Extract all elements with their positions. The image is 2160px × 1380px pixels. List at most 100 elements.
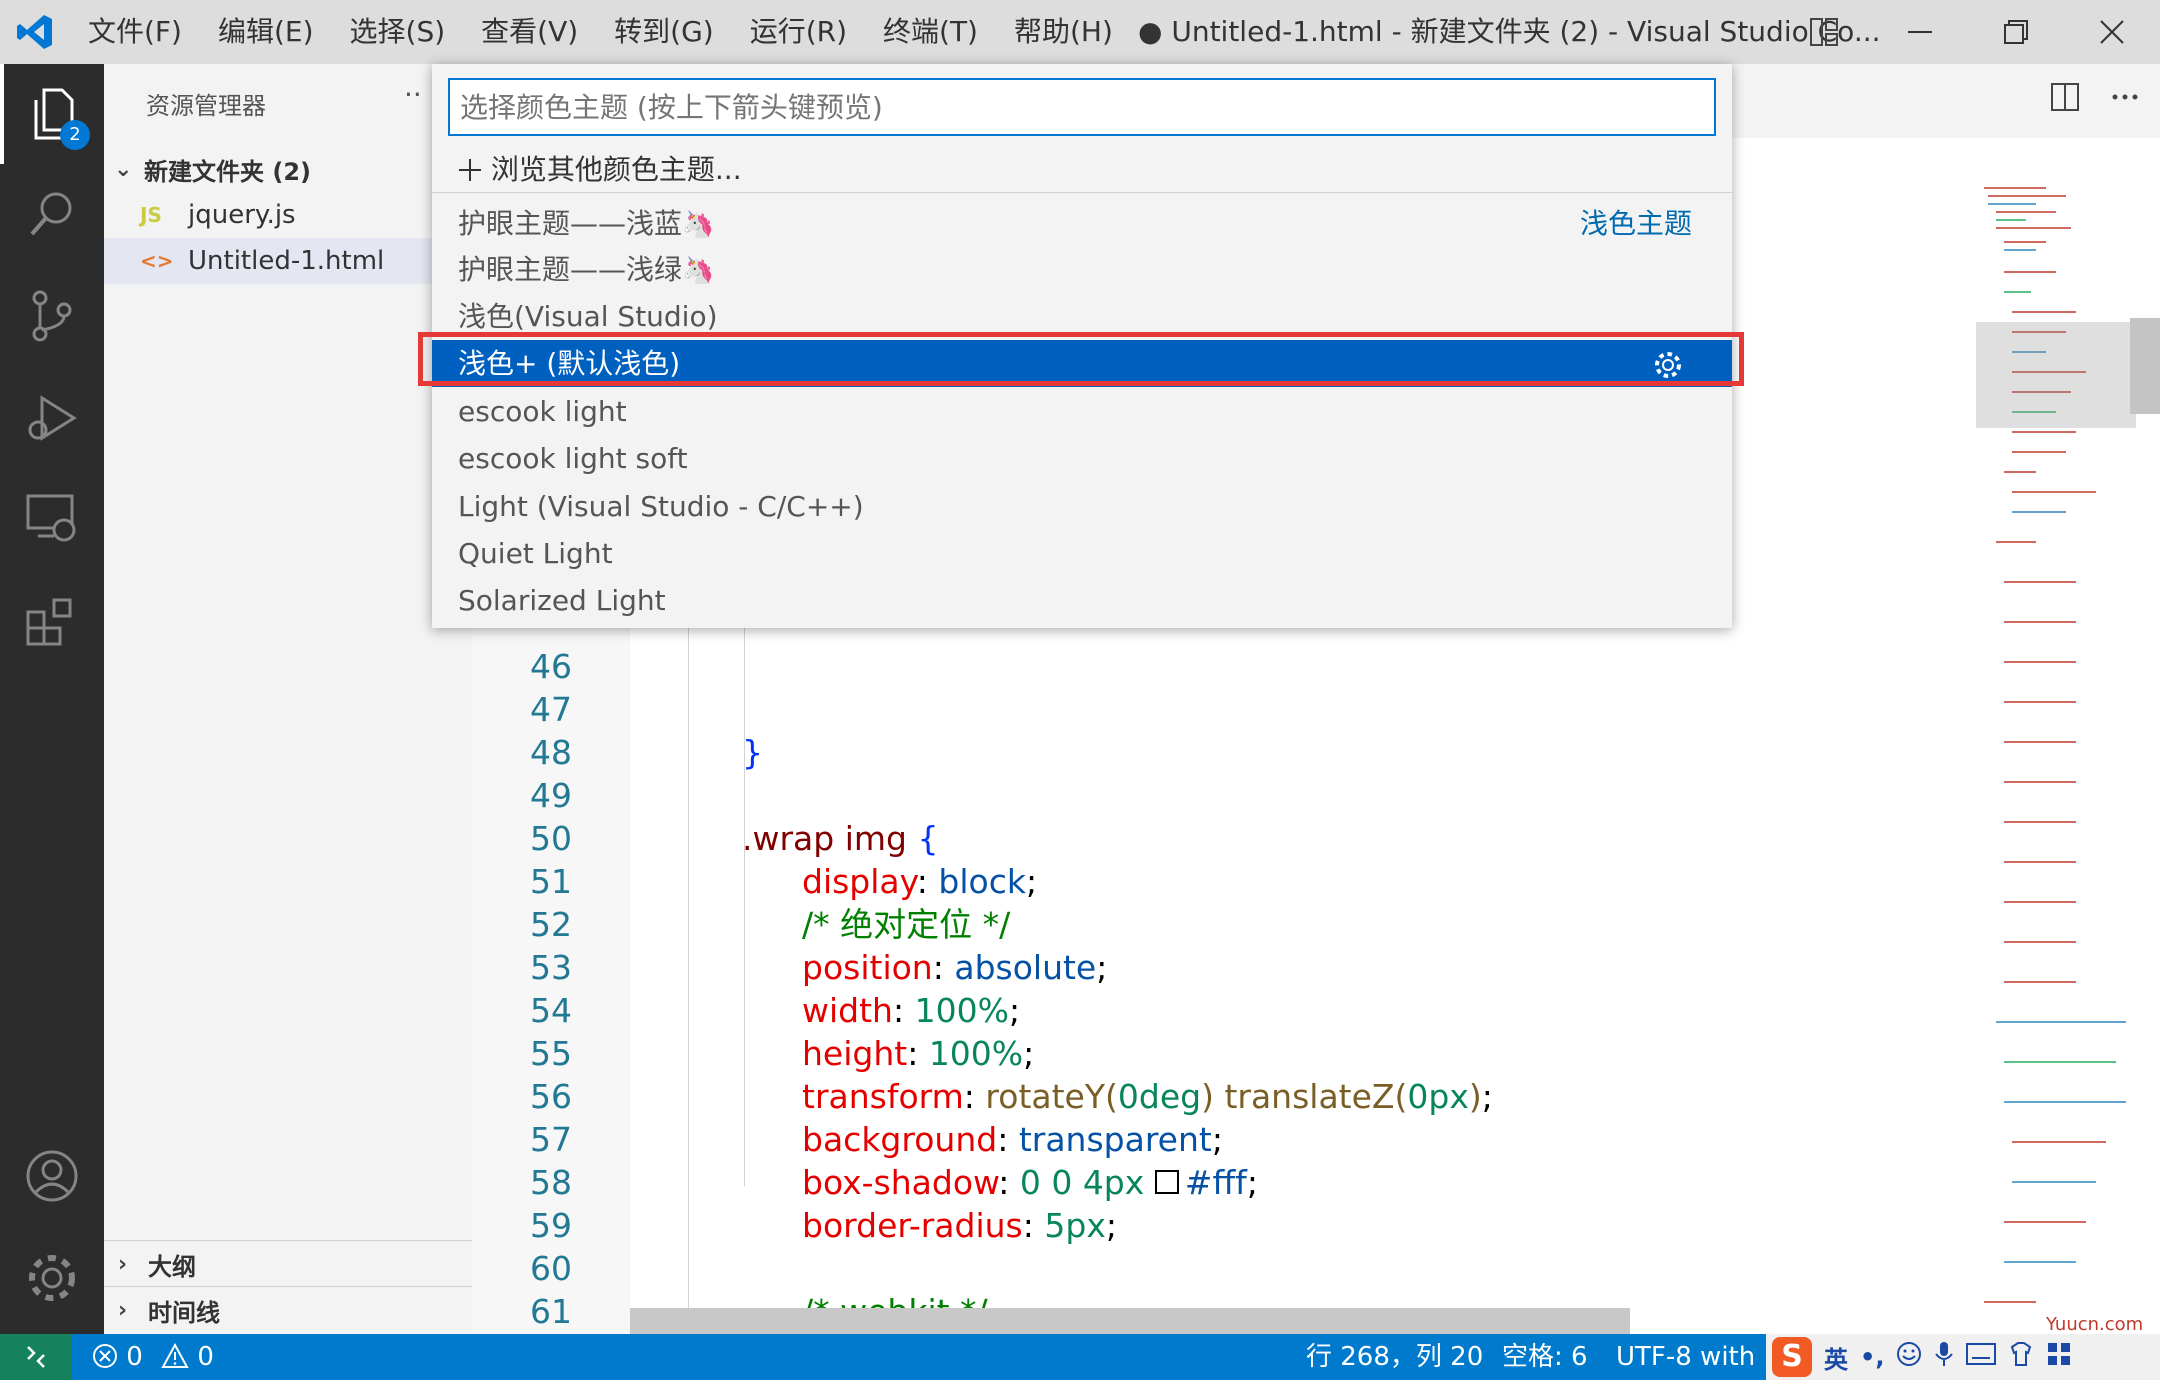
browse-label: 浏览其他颜色主题... — [490, 153, 742, 186]
explorer-badge: 2 — [60, 120, 90, 150]
code-line: 60 /* webkit */ — [472, 1204, 1972, 1331]
restore-button[interactable] — [1968, 0, 2064, 64]
account-icon[interactable] — [0, 1126, 104, 1226]
cursor-position[interactable]: 行 268，列 20 — [1306, 1334, 1483, 1380]
title-bar: 文件(F) 编辑(E) 选择(S) 查看(V) 转到(G) 运行(R) 终端(T… — [0, 0, 2160, 64]
activity-bar: 2 — [0, 64, 104, 1334]
menu-terminal[interactable]: 终端(T) — [865, 0, 996, 64]
code-line: 51 /* 绝对定位 */ — [472, 817, 1972, 944]
code-line: 58 border-radius: 5px; — [472, 1118, 1972, 1245]
menu-selection[interactable]: 选择(S) — [332, 0, 464, 64]
theme-item[interactable]: 护眼主题——浅绿🦄 — [432, 246, 1732, 293]
theme-label: 护眼主题——浅绿 — [458, 253, 683, 286]
watermark: Yuucn.com — [2046, 1314, 2144, 1335]
minimize-button[interactable] — [1872, 0, 1968, 64]
indentation[interactable]: 空格: 6 — [1502, 1334, 1588, 1380]
theme-label: Solarized Light — [458, 584, 666, 617]
theme-item[interactable]: Quiet Light — [432, 530, 1732, 577]
theme-label: 浅色(Visual Studio) — [458, 300, 718, 333]
horizontal-scrollbar[interactable] — [630, 1308, 1630, 1334]
code-line: 52 position: absolute; — [472, 860, 1972, 987]
run-debug-icon[interactable] — [0, 368, 104, 468]
skin-icon[interactable] — [2008, 1341, 2034, 1374]
unicorn-icon: 🦄 — [682, 256, 715, 286]
warning-count: 0 — [197, 1342, 214, 1372]
more-actions-icon[interactable] — [2110, 82, 2140, 116]
menu-file[interactable]: 文件(F) — [70, 0, 200, 64]
theme-item[interactable]: escook light soft — [432, 435, 1732, 482]
menu-help[interactable]: 帮助(H) — [996, 0, 1131, 64]
code-line: 57 box-shadow: 0 0 4px #fff; — [472, 1075, 1972, 1202]
code-line: 56 background: transparent; — [472, 1032, 1972, 1159]
code-line: 53 width: 100%; — [472, 903, 1972, 1030]
menu-edit[interactable]: 编辑(E) — [200, 0, 332, 64]
js-file-icon: JS — [140, 203, 162, 227]
timeline-label: 时间线 — [148, 1299, 220, 1327]
line-number: 61 — [530, 1292, 572, 1331]
timeline-section[interactable]: › 时间线 — [104, 1286, 472, 1334]
file-name: Untitled-1.html — [188, 246, 385, 276]
html-file-icon: <> — [140, 249, 174, 273]
window-title: ● Untitled-1.html - 新建文件夹 (2) - Visual S… — [1138, 15, 1881, 48]
source-control-icon[interactable] — [0, 266, 104, 366]
folder-name: 新建文件夹 (2) — [144, 157, 311, 186]
microphone-icon[interactable] — [1934, 1340, 1954, 1375]
problems-indicator[interactable]: 0 0 — [92, 1334, 214, 1380]
folder-row[interactable]: ⌄ 新建文件夹 (2) — [104, 146, 472, 192]
explorer-icon[interactable]: 2 — [0, 64, 104, 164]
emoji-icon[interactable] — [1896, 1341, 1922, 1374]
theme-search-input[interactable] — [448, 78, 1716, 136]
menu-view[interactable]: 查看(V) — [463, 0, 596, 64]
browse-themes-item[interactable]: 浏览其他颜色主题... — [432, 146, 1732, 193]
window-controls — [1776, 0, 2160, 64]
menu-run[interactable]: 运行(R) — [732, 0, 865, 64]
search-icon[interactable] — [0, 164, 104, 264]
sogou-logo: S — [1772, 1337, 1812, 1377]
menu-bar: 文件(F) 编辑(E) 选择(S) 查看(V) 转到(G) 运行(R) 终端(T… — [70, 0, 1131, 64]
toolbox-icon[interactable] — [2046, 1341, 2072, 1374]
unicorn-icon: 🦄 — [682, 210, 715, 240]
annotation-highlight-box — [418, 332, 1744, 386]
code-line: 47 } — [472, 645, 1972, 772]
keyboard-icon[interactable] — [1966, 1342, 1997, 1372]
error-icon — [92, 1342, 126, 1372]
outline-section[interactable]: › 大纲 — [104, 1240, 472, 1288]
menu-go[interactable]: 转到(G) — [596, 0, 732, 64]
explorer-sidebar: 资源管理器 ·· ⌄ 新建文件夹 (2) JS jquery.js <> Unt… — [104, 64, 472, 1334]
ime-language[interactable]: 英 — [1824, 1340, 1848, 1375]
explorer-title: 资源管理器 — [146, 92, 266, 120]
theme-item[interactable]: escook light — [432, 388, 1732, 435]
file-row-untitled[interactable]: <> Untitled-1.html — [104, 238, 472, 284]
code-line: 61 } — [472, 1247, 1972, 1374]
close-button[interactable] — [2064, 0, 2160, 64]
error-count: 0 — [126, 1342, 143, 1372]
code-line: 55 transform: rotateY(0deg) translateZ(0… — [472, 989, 1972, 1116]
theme-label: escook light — [458, 395, 627, 428]
group-label: 浅色主题 — [1579, 207, 1692, 240]
theme-label: escook light soft — [458, 442, 688, 475]
more-actions-icon[interactable]: ·· — [404, 78, 422, 111]
vertical-scrollbar[interactable] — [2130, 318, 2160, 414]
layout-icon[interactable] — [1776, 0, 1872, 64]
theme-label: 护眼主题——浅蓝 — [458, 207, 683, 240]
separator — [432, 192, 1732, 193]
remote-explorer-icon[interactable] — [0, 468, 104, 568]
settings-gear-icon[interactable] — [0, 1228, 104, 1328]
ime-toolbar[interactable]: S 英 •, — [1766, 1334, 2160, 1380]
editor-actions — [2050, 82, 2140, 116]
chevron-right-icon: › — [118, 1298, 128, 1323]
warning-icon — [151, 1342, 197, 1372]
split-editor-icon[interactable] — [2050, 82, 2080, 116]
minimap-slider[interactable] — [1976, 322, 2136, 428]
punctuation-icon[interactable]: •, — [1860, 1343, 1884, 1371]
extensions-icon[interactable] — [0, 572, 104, 672]
file-name: jquery.js — [188, 200, 296, 230]
file-row-jquery[interactable]: JS jquery.js — [104, 192, 472, 238]
chevron-down-icon: ⌄ — [114, 156, 133, 182]
theme-item[interactable]: Light (Visual Studio - C/C++) — [432, 483, 1732, 530]
code-line: 48 — [472, 688, 1972, 772]
theme-item[interactable]: 护眼主题——浅蓝🦄 浅色主题 — [432, 200, 1732, 247]
remote-indicator[interactable] — [0, 1334, 72, 1380]
theme-item[interactable]: Solarized Light — [432, 577, 1732, 624]
code-line: 59 — [472, 1161, 1972, 1245]
